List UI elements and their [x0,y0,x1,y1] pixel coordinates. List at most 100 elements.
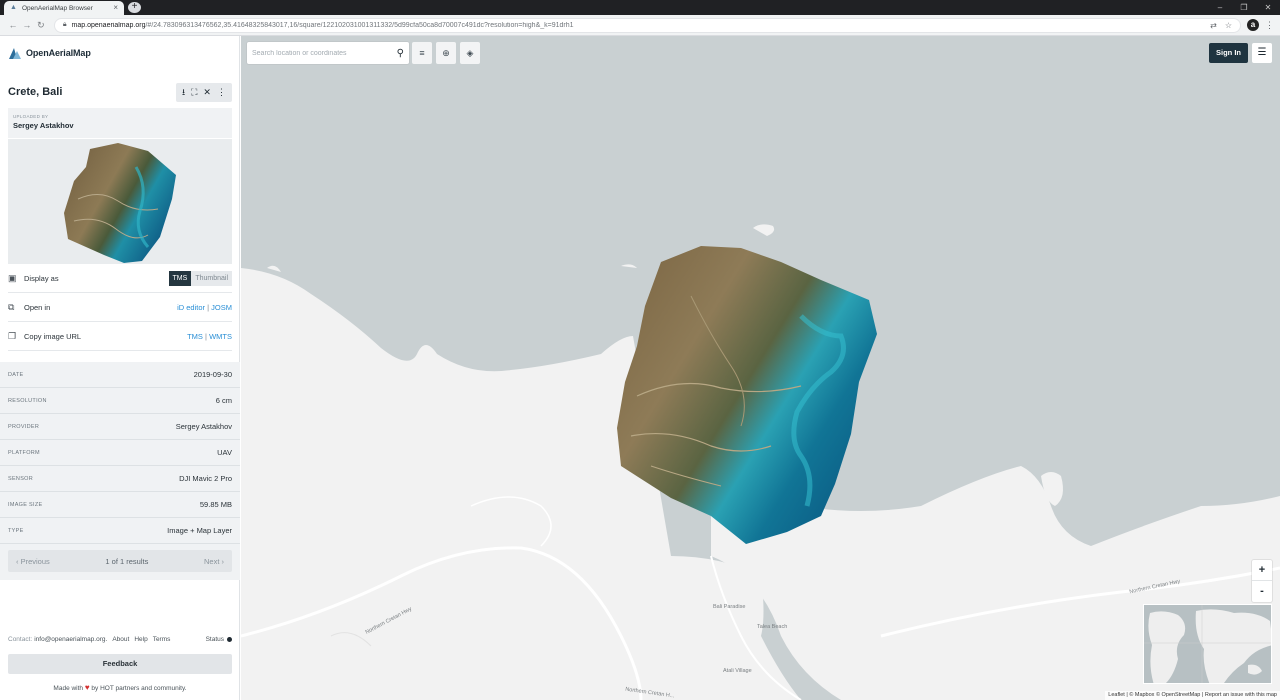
amazon-extension-icon[interactable]: a [1247,19,1259,31]
metadata-key: IMAGE SIZE [8,501,43,508]
map-label-place: Bali Paradise [713,604,746,610]
search-icon[interactable]: ⚲ [397,48,404,59]
more-vertical-icon[interactable]: ⋮ [217,88,226,97]
made-with-note: Made with ♥ by HOT partners and communit… [0,683,240,692]
copy-icon: ❐ [8,330,17,341]
sign-in-button[interactable]: Sign In [1209,43,1248,63]
brand-logo[interactable]: OpenAerialMap [8,46,91,60]
display-tms-button[interactable]: TMS [168,270,192,286]
previous-label: Previous [20,556,50,566]
copy-url-label: Copy image URL [24,331,82,341]
copy-tms-link[interactable]: TMS [187,332,203,341]
metadata-row: PROVIDER Sergey Astakhov [0,414,240,440]
back-icon[interactable]: ← [6,20,20,30]
browser-toolbar: ← → ↻ 🔒︎ map.openaerialmap.org/#/24.7830… [0,15,1280,36]
zoom-out-button[interactable]: - [1252,581,1272,602]
tab-close-icon[interactable]: × [113,4,118,12]
layers-icon: ◈ [466,48,474,58]
image-title: Crete, Bali [8,86,63,98]
map-canvas[interactable]: Northern Cretan Hwy Northern Cretan Hwy … [241,36,1280,700]
feedback-button[interactable]: Feedback [8,654,232,674]
zoom-control: + - [1252,560,1272,602]
metadata-value: 2019-09-30 [193,370,232,379]
metadata-value: 6 cm [215,396,232,405]
pager-area: ‹ Previous 1 of 1 results Next › [0,544,240,580]
oam-logo-icon [9,48,21,59]
fit-bounds-icon[interactable]: ⛶ [191,88,197,97]
display-as-row: ▣ Display as TMS Thumbnail [8,264,232,293]
forward-icon[interactable]: → [20,20,34,30]
status-dot-icon [227,637,232,642]
display-thumbnail-button[interactable]: Thumbnail [191,270,232,286]
metadata-key: PROVIDER [8,423,40,430]
image-thumbnail [8,139,232,264]
window-close-icon[interactable]: ✕ [1256,0,1280,15]
metadata-key: RESOLUTION [8,397,47,404]
location-search: ⚲ [247,42,409,64]
oam-favicon-icon: ▲ [10,4,17,11]
metadata-row: DATE 2019-09-30 [0,362,240,388]
copy-url-row: ❐ Copy image URL TMS | WMTS [8,322,232,351]
metadata-value: Image + Map Layer [167,526,232,535]
close-icon[interactable]: ✕ [203,88,211,97]
filter-icon: ≡ [419,48,425,58]
heart-icon: ♥ [84,683,90,692]
reload-icon[interactable]: ↻ [34,20,48,31]
lock-icon: 🔒︎ [62,21,67,28]
metadata-row: SENSOR DJI Mavic 2 Pro [0,466,240,492]
metadata-key: SENSOR [8,475,34,482]
about-link[interactable]: About [112,636,129,643]
metadata-row: TYPE Image + Map Layer [0,518,240,544]
open-in-row: ⧉ Open in iD editor | JOSM [8,293,232,322]
status-link[interactable]: Status [206,636,232,643]
layers-button[interactable]: ◈ [460,42,480,64]
zoom-in-button[interactable]: + [1252,560,1272,581]
id-editor-link[interactable]: iD editor [177,303,205,312]
minimize-icon[interactable]: – [1208,0,1232,15]
locate-button[interactable]: ⊕ [436,42,456,64]
filter-button[interactable]: ≡ [412,42,432,64]
url-host: map.openaerialmap.org [71,21,146,29]
locate-icon: ⊕ [442,48,450,58]
url-text: map.openaerialmap.org/#/24.7830963134765… [72,22,1211,29]
uploaded-by-label: UPLOADED BY [13,114,49,119]
search-input[interactable] [252,49,397,57]
metadata-table: DATE 2019-09-30 RESOLUTION 6 cm PROVIDER Se… [0,362,240,544]
map-label-place: Atali Village [723,668,752,674]
address-bar[interactable]: 🔒︎ map.openaerialmap.org/#/24.7830963134… [53,17,1242,33]
image-actions: ⭳ ⛶ ✕ ⋮ [176,83,232,102]
hamburger-icon: ☰ [1257,47,1267,58]
display-as-label: Display as [24,273,59,283]
display-toggle: TMS Thumbnail [168,270,232,286]
basemap [241,224,1280,700]
previous-button[interactable]: ‹ Previous [16,557,50,566]
uploader-name: Sergey Astakhov [13,121,74,130]
menu-button[interactable]: ☰ [1252,43,1272,63]
browser-menu-icon[interactable]: ⋮ [1265,20,1274,31]
terms-link[interactable]: Terms [153,636,171,643]
link-separator: | [205,331,207,341]
next-button[interactable]: Next › [204,557,224,566]
bookmark-star-icon[interactable]: ☆ [1225,21,1232,30]
copy-wmts-link[interactable]: WMTS [209,332,232,341]
browser-tabstrip: ▲ OpenAerialMap Browser × + – ❐ ✕ [0,0,1280,15]
overview-minimap[interactable] [1143,604,1272,684]
external-link-icon: ⧉ [8,301,15,312]
download-icon[interactable]: ⭳ [182,88,185,97]
map-label-place: Talea Beach [757,624,788,630]
contact-email-link[interactable]: info@openaerialmap.org. [34,636,107,643]
metadata-value: DJI Mavic 2 Pro [179,474,232,483]
contact-label: Contact: [8,636,33,643]
restore-icon[interactable]: ❐ [1232,0,1256,15]
help-link[interactable]: Help [134,636,147,643]
browser-tab[interactable]: ▲ OpenAerialMap Browser × [4,1,124,15]
open-in-label: Open in [24,302,51,312]
results-summary: 1 of 1 results [105,556,149,566]
map-attribution[interactable]: Leaflet | © Mapbox © OpenStreetMap | Rep… [1105,691,1280,700]
metadata-value: 59.85 MB [199,500,232,509]
sidebar: OpenAerialMap Crete, Bali ⭳ ⛶ ✕ ⋮ UPLOAD… [0,36,240,700]
josm-link[interactable]: JOSM [211,303,232,312]
url-path: /#/24.783096313476562,35.41648325843017,… [145,21,574,29]
new-tab-button[interactable]: + [128,2,141,13]
translate-icon[interactable]: ⇄ [1210,21,1217,30]
